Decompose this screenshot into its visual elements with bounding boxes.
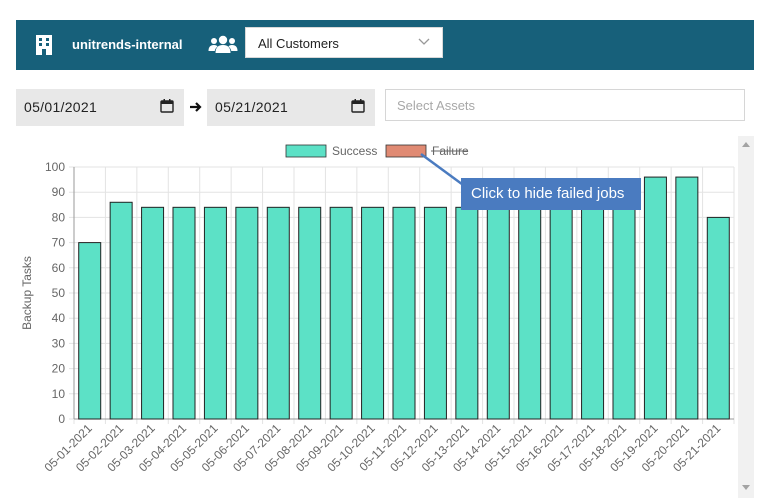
bar-success[interactable] xyxy=(423,206,447,420)
bar-success[interactable] xyxy=(706,216,730,420)
bar-success[interactable] xyxy=(675,176,699,420)
hide-failed-jobs-tooltip: Click to hide failed jobs xyxy=(461,178,641,210)
y-tick-label: 20 xyxy=(52,362,66,376)
y-tick-label: 60 xyxy=(52,261,66,275)
scroll-down-icon[interactable] xyxy=(742,485,750,490)
legend-failure-swatch xyxy=(385,144,427,158)
legend-item-failure[interactable]: Failure xyxy=(385,144,469,158)
bar-success[interactable] xyxy=(518,206,542,420)
top-bar: unitrends-internal All Customers xyxy=(16,20,754,70)
customer-select[interactable]: All Customers xyxy=(245,27,443,58)
chevron-down-icon xyxy=(418,38,430,45)
start-date-input[interactable]: 05/01/2021 xyxy=(16,89,184,126)
y-tick-label: 40 xyxy=(52,311,66,325)
start-date-value: 05/01/2021 xyxy=(24,99,98,115)
bar-success[interactable] xyxy=(581,206,605,420)
legend: Success Failure xyxy=(285,144,469,158)
bar-success[interactable] xyxy=(549,206,573,420)
bar-success[interactable] xyxy=(235,206,259,420)
y-axis-title: Backup Tasks xyxy=(20,256,34,330)
bar-success[interactable] xyxy=(329,206,353,420)
bar-success[interactable] xyxy=(361,206,385,420)
select-assets-placeholder: Select Assets xyxy=(397,98,476,113)
building-icon xyxy=(36,35,52,55)
y-tick-label: 50 xyxy=(52,286,66,300)
bar-success[interactable] xyxy=(298,206,322,420)
customer-select-value: All Customers xyxy=(258,36,339,51)
select-assets-input[interactable]: Select Assets xyxy=(385,89,745,121)
y-tick-label: 30 xyxy=(52,336,66,350)
bar-success[interactable] xyxy=(643,176,667,420)
y-tick-label: 70 xyxy=(52,236,66,250)
bar-success[interactable] xyxy=(109,201,133,420)
bar-success[interactable] xyxy=(172,206,196,420)
bar-success[interactable] xyxy=(455,206,479,420)
y-tick-label: 90 xyxy=(52,185,66,199)
org-name[interactable]: unitrends-internal xyxy=(72,37,183,52)
bar-success[interactable] xyxy=(266,206,290,420)
tooltip-text: Click to hide failed jobs xyxy=(471,185,625,202)
bar-success[interactable] xyxy=(486,206,510,420)
bar-success[interactable] xyxy=(141,206,165,420)
y-tick-label: 10 xyxy=(52,387,66,401)
legend-success-label: Success xyxy=(332,144,377,158)
bar-success[interactable] xyxy=(392,206,416,420)
y-tick-label: 0 xyxy=(58,412,65,426)
end-date-input[interactable]: 05/21/2021 xyxy=(207,89,375,126)
bar-success[interactable] xyxy=(612,206,636,420)
calendar-icon[interactable] xyxy=(351,99,365,113)
bar-success[interactable] xyxy=(203,206,227,420)
scroll-up-icon[interactable] xyxy=(742,142,750,147)
y-tick-label: 80 xyxy=(52,210,66,224)
chart-scrollbar[interactable] xyxy=(738,136,754,498)
users-icon xyxy=(208,35,238,53)
end-date-value: 05/21/2021 xyxy=(215,99,289,115)
bar-success[interactable] xyxy=(78,242,102,420)
arrow-right-icon xyxy=(190,102,202,112)
legend-success-swatch xyxy=(285,144,327,158)
y-tick-label: 100 xyxy=(45,160,65,174)
legend-item-success[interactable]: Success xyxy=(285,144,377,158)
calendar-icon[interactable] xyxy=(160,99,174,113)
